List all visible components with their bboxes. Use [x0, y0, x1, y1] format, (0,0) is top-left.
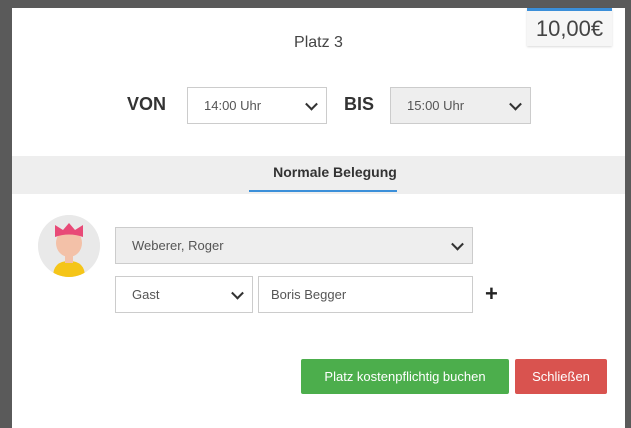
avatar: [38, 215, 100, 277]
chevron-down-icon: [231, 286, 244, 300]
to-time-select[interactable]: 15:00 Uhr: [390, 87, 531, 124]
guest-name-input[interactable]: Boris Begger: [258, 276, 473, 313]
member-value: Weberer, Roger: [132, 238, 224, 253]
backdrop-top: [0, 0, 631, 8]
close-button[interactable]: Schließen: [515, 359, 607, 394]
guest-type-select[interactable]: Gast: [115, 276, 253, 313]
from-time-value: 14:00 Uhr: [204, 98, 262, 113]
chevron-down-icon: [305, 97, 318, 111]
to-label: BIS: [344, 94, 375, 114]
screen: 10,00€ Platz 3 VON 14:00 Uhr BIS 15:00 U…: [0, 0, 631, 428]
to-time-value: 15:00 Uhr: [407, 98, 465, 113]
backdrop-left: [0, 0, 12, 428]
book-button[interactable]: Platz kostenpflichtig buchen: [301, 359, 509, 394]
tab-normal-booking[interactable]: Normale Belegung: [261, 164, 409, 180]
tab-bar: Normale Belegung: [12, 156, 625, 194]
add-player-icon[interactable]: +: [485, 281, 498, 307]
from-label: VON: [127, 94, 167, 114]
tab-active-indicator: [249, 190, 397, 192]
from-time-select[interactable]: 14:00 Uhr: [187, 87, 327, 124]
guest-type-value: Gast: [132, 287, 160, 302]
guest-name-value: Boris Begger: [271, 287, 347, 302]
chevron-down-icon: [451, 237, 464, 251]
chevron-down-icon: [509, 97, 522, 111]
backdrop-right: [625, 0, 631, 428]
court-title: Platz 3: [294, 34, 343, 51]
member-select[interactable]: Weberer, Roger: [115, 227, 473, 264]
avatar-icon: [38, 215, 100, 277]
